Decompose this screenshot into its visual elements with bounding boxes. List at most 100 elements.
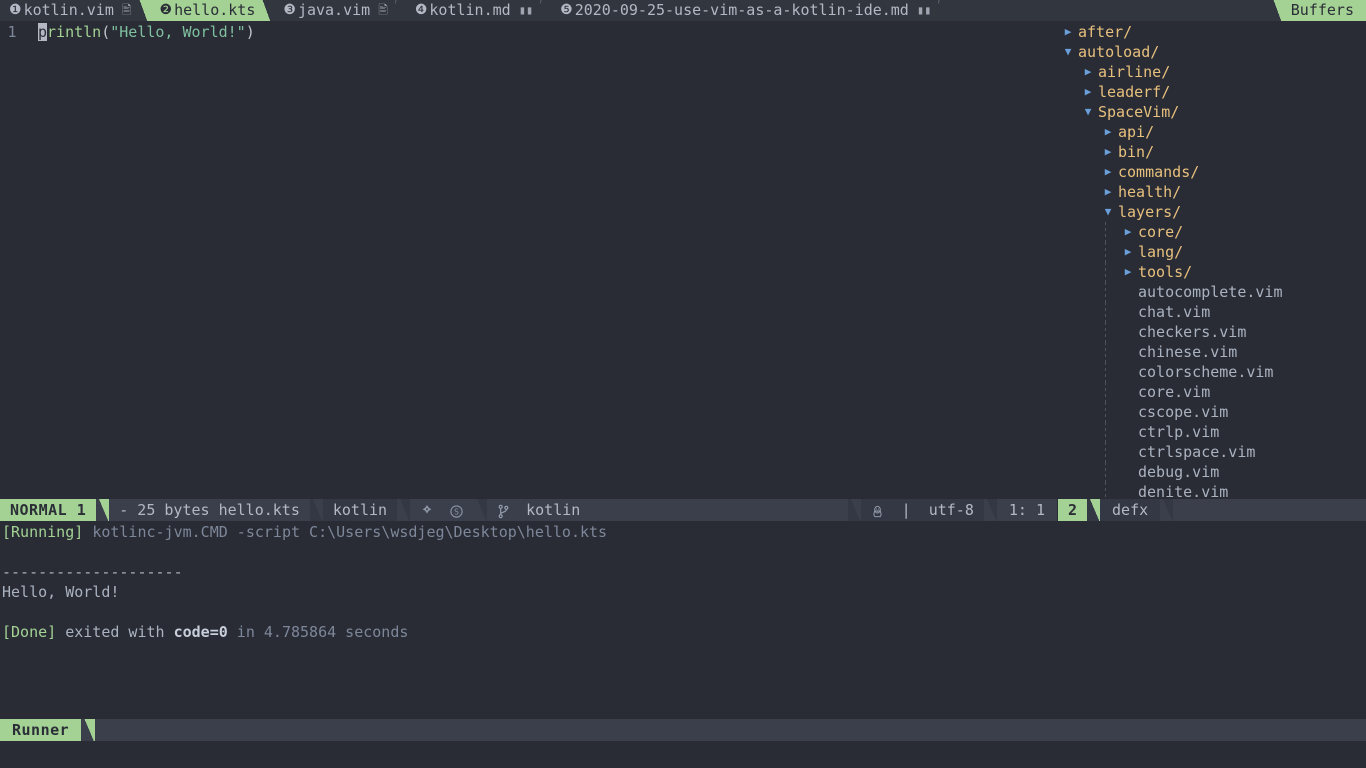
tree-item-label: ctrlp.vim — [1138, 423, 1220, 441]
tree-item-file[interactable]: core.vim — [1058, 382, 1366, 402]
chevron-down-icon[interactable] — [1078, 102, 1098, 122]
tree-item-label: health/ — [1118, 183, 1182, 201]
tree-indent-guide — [1058, 122, 1078, 142]
tree-item-directory[interactable]: SpaceVim/ — [1058, 102, 1366, 122]
tree-item-file[interactable]: debug.vim — [1058, 462, 1366, 482]
command-line[interactable] — [0, 741, 1366, 768]
runner-output-pane[interactable]: [Running] kotlinc-jvm.CMD -script C:\Use… — [0, 521, 1366, 719]
status-separator — [1087, 499, 1101, 521]
tree-item-label: chinese.vim — [1138, 343, 1238, 361]
tree-indent-guide — [1058, 162, 1078, 182]
tree-item-label: after/ — [1078, 23, 1133, 41]
status-file-info: - 25 bytes hello.kts — [109, 499, 310, 521]
tree-item-directory[interactable]: tools/ — [1058, 262, 1366, 282]
runner-statusline: Runner — [0, 719, 1366, 741]
tree-indent-guide — [1078, 182, 1098, 202]
tab-hello-kts[interactable]: ❷ hello.kts — [150, 0, 263, 21]
tree-indent-guide — [1098, 462, 1118, 482]
tree-item-directory[interactable]: autoload/ — [1058, 42, 1366, 62]
tree-indent-guide — [1098, 442, 1118, 462]
tree-item-file[interactable]: autocomplete.vim — [1058, 282, 1366, 302]
tree-item-directory[interactable]: commands/ — [1058, 162, 1366, 182]
tree-indent-guide — [1078, 402, 1098, 422]
tree-indent-guide — [1098, 482, 1118, 499]
tree-item-label: cscope.vim — [1138, 403, 1229, 421]
status-fileformat-sep: | — [901, 501, 911, 519]
tree-item-file[interactable]: chat.vim — [1058, 302, 1366, 322]
tree-item-file[interactable]: chinese.vim — [1058, 342, 1366, 362]
chevron-down-icon[interactable] — [1058, 42, 1078, 62]
tabline: ❶ kotlin.vim 🖹 ❷ hello.kts ❸ java.vim 🖹 … — [0, 0, 1366, 21]
tree-indent-guide — [1058, 342, 1078, 362]
tree-item-directory[interactable]: lang/ — [1058, 242, 1366, 262]
tree-item-label: bin/ — [1118, 143, 1155, 161]
chevron-right-icon[interactable] — [1118, 242, 1138, 262]
tree-item-label: leaderf/ — [1098, 83, 1171, 101]
tab-blog-post-md[interactable]: ❺ 2020-09-25-use-vim-as-a-kotlin-ide.md … — [551, 0, 939, 21]
buffers-label[interactable]: Buffers — [1286, 0, 1366, 21]
tree-indent-guide — [1098, 382, 1118, 402]
tree-item-label: SpaceVim/ — [1098, 103, 1180, 121]
tab-index-badge: ❺ — [560, 2, 573, 18]
tree-indent-guide — [1078, 462, 1098, 482]
tree-item-file[interactable]: cscope.vim — [1058, 402, 1366, 422]
tree-item-directory[interactable]: layers/ — [1058, 202, 1366, 222]
tree-item-file[interactable]: denite.vim — [1058, 482, 1366, 499]
tree-item-file[interactable]: colorscheme.vim — [1058, 362, 1366, 382]
status-spacer — [1173, 499, 1366, 521]
tree-item-label: autoload/ — [1078, 43, 1160, 61]
chevron-right-icon[interactable] — [1118, 262, 1138, 282]
chevron-right-icon[interactable] — [1118, 222, 1138, 242]
chevron-right-icon[interactable] — [1098, 142, 1118, 162]
code-close-paren: ) — [245, 23, 255, 41]
running-command-text: kotlinc-jvm.CMD -script C:\Users\wsdjeg\… — [92, 523, 608, 541]
tree-indent-guide — [1098, 402, 1118, 422]
tree-item-directory[interactable]: health/ — [1058, 182, 1366, 202]
tree-item-file[interactable]: checkers.vim — [1058, 322, 1366, 342]
tree-indent-guide — [1078, 442, 1098, 462]
runner-line-divider: -------------------- — [2, 563, 183, 581]
file-tree-panel[interactable]: after/autoload/airline/leaderf/SpaceVim/… — [1058, 21, 1366, 499]
tab-kotlin-md[interactable]: ❹ kotlin.md ▮▮ — [405, 0, 541, 21]
vim-file-icon: 🖹 — [121, 3, 132, 17]
chevron-right-icon[interactable] — [1098, 162, 1118, 182]
spacevim-window: ❶ kotlin.vim 🖹 ❷ hello.kts ❸ java.vim 🖹 … — [0, 0, 1366, 768]
gitgutter-icon — [420, 500, 434, 522]
chevron-right-icon[interactable] — [1058, 22, 1078, 42]
tree-item-label: tools/ — [1138, 263, 1193, 281]
done-tag: [Done] — [2, 623, 57, 641]
tree-item-directory[interactable]: airline/ — [1058, 62, 1366, 82]
tree-item-label: autocomplete.vim — [1138, 283, 1283, 301]
tab-separator — [138, 0, 151, 21]
code-function-name: rintln — [47, 23, 102, 41]
tab-kotlin-vim[interactable]: ❶ kotlin.vim 🖹 — [0, 0, 139, 21]
filetree-buffer-name: defx — [1100, 499, 1161, 521]
tree-item-directory[interactable]: core/ — [1058, 222, 1366, 242]
chevron-right-icon[interactable] — [1098, 122, 1118, 142]
editor-pane[interactable]: 1 println("Hello, World!") — [0, 21, 1057, 499]
tab-java-vim[interactable]: ❸ java.vim 🖹 — [274, 0, 395, 21]
tree-item-directory[interactable]: leaderf/ — [1058, 82, 1366, 102]
done-duration: in 4.785864 seconds — [227, 623, 409, 641]
markdown-file-icon: ▮▮ — [518, 3, 534, 17]
chevron-down-icon[interactable] — [1098, 202, 1118, 222]
code-open-paren: ( — [101, 23, 111, 41]
statusline: NORMAL 1 - 25 bytes hello.kts kotlin S k… — [0, 499, 1057, 521]
tree-item-directory[interactable]: api/ — [1058, 122, 1366, 142]
chevron-right-icon[interactable] — [1078, 62, 1098, 82]
tree-item-file[interactable]: ctrlp.vim — [1058, 422, 1366, 442]
tree-indent-guide — [1058, 422, 1078, 442]
tree-item-directory[interactable]: after/ — [1058, 22, 1366, 42]
chevron-right-icon[interactable] — [1078, 82, 1098, 102]
tree-item-label: layers/ — [1118, 203, 1182, 221]
tree-item-directory[interactable]: bin/ — [1058, 142, 1366, 162]
tree-indent-guide — [1058, 382, 1078, 402]
scm-status-icon: S — [449, 500, 464, 522]
tree-indent-guide — [1058, 242, 1078, 262]
tree-item-file[interactable]: ctrlspace.vim — [1058, 442, 1366, 462]
chevron-right-icon[interactable] — [1098, 182, 1118, 202]
svg-text:S: S — [454, 507, 459, 516]
status-vcs-icons: S — [410, 499, 475, 522]
tree-indent-guide — [1098, 242, 1118, 262]
tree-indent-guide — [1078, 342, 1098, 362]
